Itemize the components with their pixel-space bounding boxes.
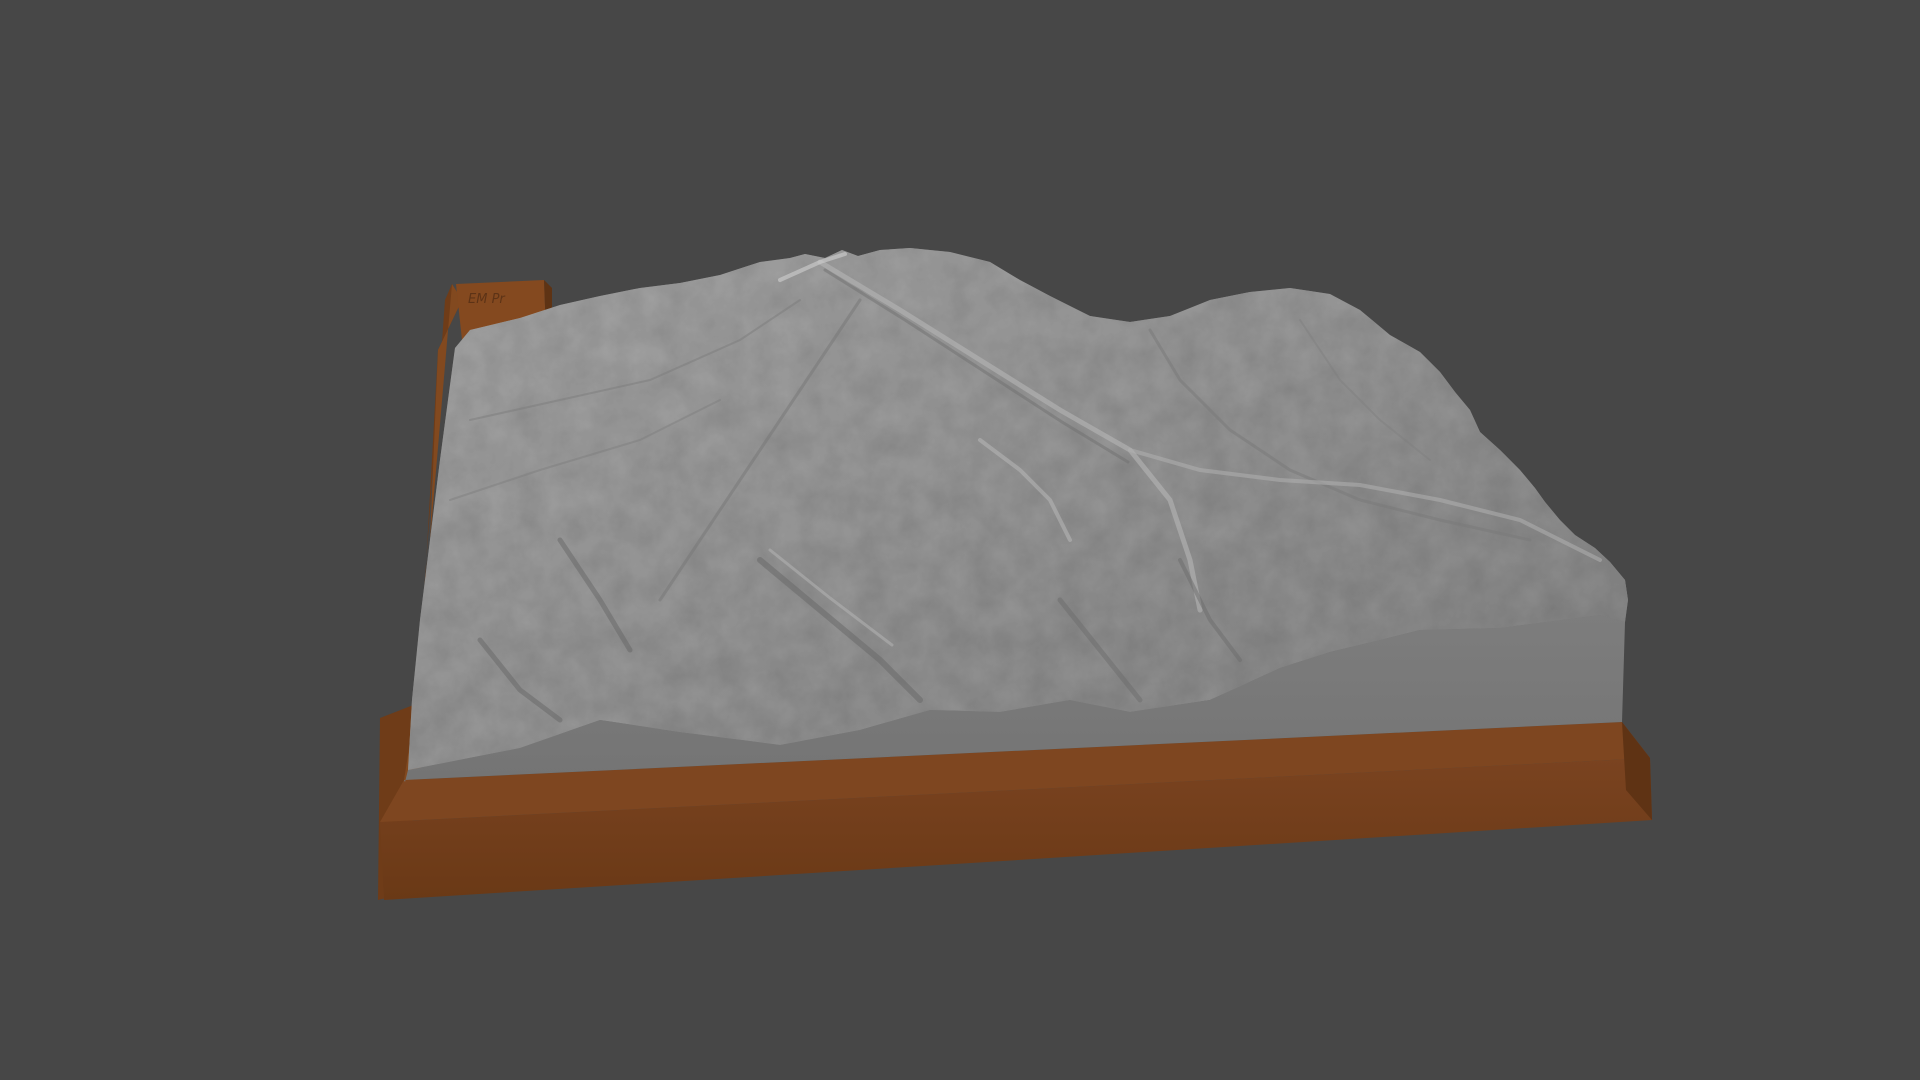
label-tab-engraving: EM Pr <box>468 292 506 307</box>
3d-viewport[interactable]: EM Pr <box>0 0 1920 1080</box>
terrain-scene[interactable]: EM Pr <box>0 0 1920 1080</box>
